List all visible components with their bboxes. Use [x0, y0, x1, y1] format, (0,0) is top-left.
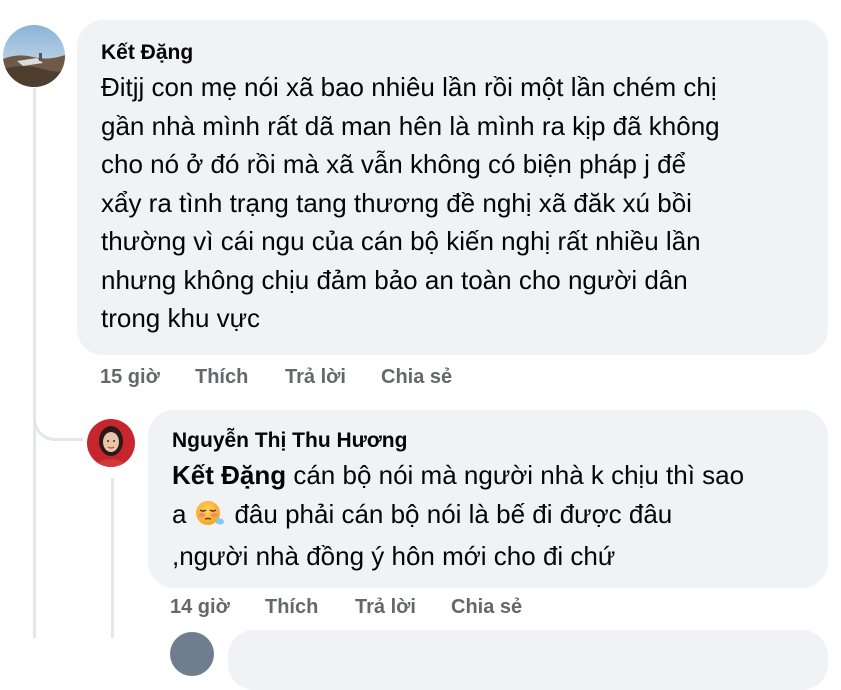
- mention-link[interactable]: Kết Đặng: [172, 460, 286, 490]
- avatar[interactable]: [3, 25, 65, 87]
- comment-author[interactable]: Kết Đặng: [101, 40, 804, 66]
- reply-timestamp[interactable]: 14 giờ: [170, 596, 230, 619]
- thread-line-reply: [111, 478, 114, 638]
- reply-button[interactable]: Trả lời: [285, 366, 346, 389]
- reply-text-line: ,người nhà đồng ý hôn mới cho đi chứ: [172, 541, 616, 571]
- comment-text-line: xẩy ra tình trạng tang thương đề nghị xã…: [101, 187, 692, 218]
- reply-text-line: a đâu phải cán bộ nói là bế đi được đâu: [172, 495, 804, 538]
- reply-author[interactable]: Nguyễn Thị Thu Hương: [172, 428, 804, 454]
- comment-text-line: thường vì cái ngu của cán bộ kiến nghị r…: [101, 226, 701, 256]
- thread-line-curve: [33, 405, 83, 441]
- reply-bubble: Nguyễn Thị Thu Hương Kết Đặng cán bộ nói…: [148, 410, 828, 588]
- share-button[interactable]: Chia sẻ: [451, 596, 522, 619]
- reply-button[interactable]: Trả lời: [355, 596, 416, 619]
- comment-text: Đitjj con mẹ nói xã bao nhiêu lần rồi mộ…: [101, 68, 804, 338]
- comment-text-line: nhưng không chịu đảm bảo an toàn cho ngư…: [101, 264, 688, 295]
- thread-line-vertical: [33, 88, 36, 638]
- reply-text-segment: cán bộ nói mà người nhà k chịu thì sao: [286, 460, 745, 490]
- reply-text-segment: a: [172, 498, 187, 529]
- comment-text-line: trong khu vực: [101, 303, 261, 333]
- reply-actions: 14 giờ Thích Trả lời Chia sẻ: [170, 596, 670, 622]
- comment-text-line: gần nhà mình rất dã man hên là mình ra k…: [101, 110, 720, 141]
- comment-text-line: Đitjj con mẹ nói xã bao nhiêu lần rồi mộ…: [101, 72, 717, 102]
- like-button[interactable]: Thích: [265, 596, 318, 619]
- share-button[interactable]: Chia sẻ: [381, 366, 452, 389]
- reply-text-segment: đâu phải cán bộ nói là bế đi được đâu: [234, 498, 673, 529]
- reply-text: Kết Đặng cán bộ nói mà người nhà k chịu …: [172, 456, 804, 576]
- comment-timestamp[interactable]: 15 giờ: [100, 366, 160, 389]
- comment-text-line: cho nó ở đó rồi mà xã vẫn không có biện …: [101, 149, 687, 179]
- avatar-photo-portrait: [87, 419, 135, 467]
- relieved-face-emoji-icon: [194, 499, 226, 538]
- comment-actions: 15 giờ Thích Trả lời Chia sẻ: [100, 366, 600, 392]
- reply-text-line: Kết Đặng cán bộ nói mà người nhà k chịu …: [172, 456, 804, 495]
- like-button[interactable]: Thích: [195, 366, 248, 389]
- comment-bubble: Kết Đặng Đitjj con mẹ nói xã bao nhiêu l…: [77, 20, 828, 355]
- avatar-photo-landscape: [3, 25, 65, 87]
- avatar[interactable]: [87, 419, 135, 467]
- reply-bubble: [228, 630, 828, 690]
- avatar[interactable]: [170, 632, 214, 676]
